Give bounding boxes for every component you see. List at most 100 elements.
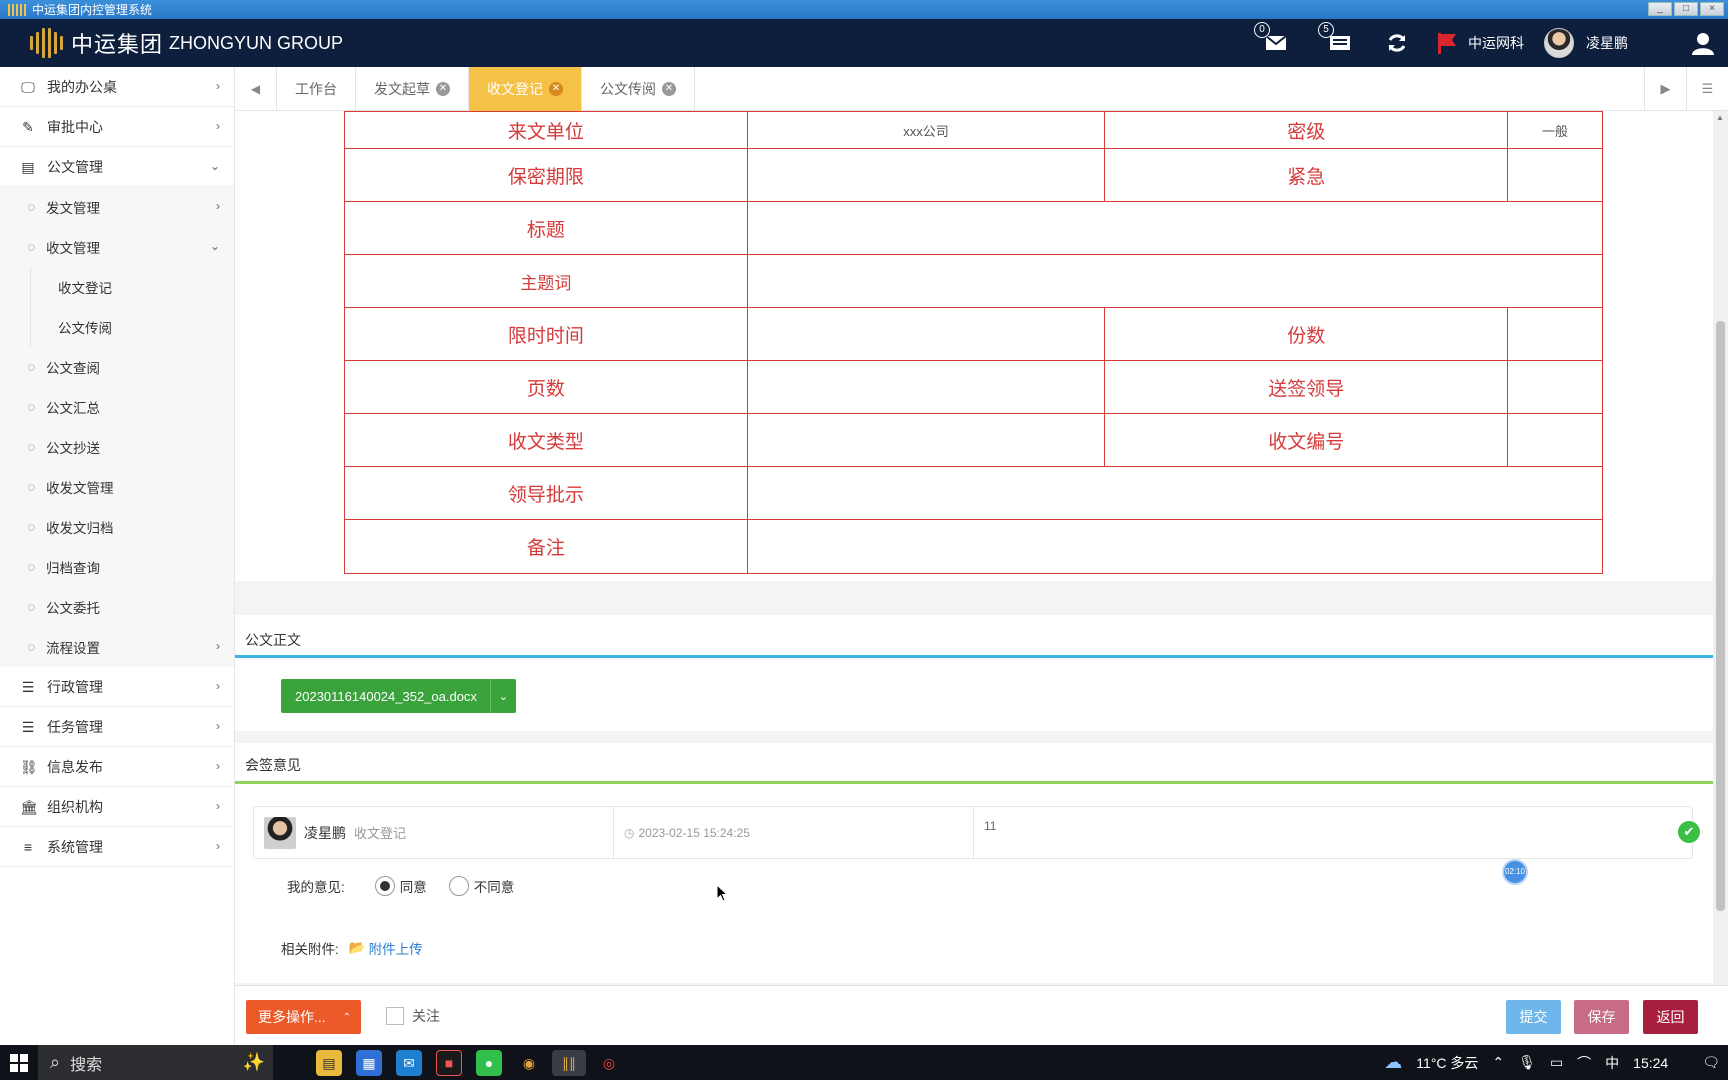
chevron-right-icon: › [216,199,220,213]
refresh-button[interactable] [1382,28,1412,58]
profile-button[interactable] [1688,28,1718,58]
sidebar-item-tasks[interactable]: ☰ 任务管理 › [0,707,234,747]
field-baomi-qixian[interactable] [746,148,1106,202]
field-miji[interactable]: 一般 [1507,111,1603,149]
zhongyun-app-icon[interactable]: ∥∥ [552,1050,586,1076]
sidebar-subsubitem-circulate[interactable]: 公文传阅 [0,307,234,347]
field-xianshi-time[interactable] [746,307,1106,361]
mail-button[interactable]: 0 [1254,22,1294,58]
field-fenshu[interactable] [1507,307,1603,361]
sidebar-item-publish[interactable]: ⛓ 信息发布 › [0,747,234,787]
opinion-section-title: 会签意见 [235,749,1713,781]
battery-icon[interactable]: ▭ [1550,1054,1563,1071]
chevron-down-icon[interactable]: ⌄ [490,679,516,713]
sidebar-item-org[interactable]: 🏛 组织机构 › [0,787,234,827]
doc-file-button[interactable]: 20230116140024_352_oa.docx ⌄ [281,679,516,713]
form-card: 来文单位 xxx公司 密级 一般 保密期限 紧急 标题 主题词 限时时间 份数 … [235,111,1713,581]
mail-app-icon[interactable]: ✉ [396,1050,422,1076]
tab-scroll-right-button[interactable]: ▶ [1644,67,1686,111]
wechat-icon[interactable]: ● [476,1050,502,1076]
save-button[interactable]: 保存 [1574,1000,1629,1034]
tab-draft-send[interactable]: 发文起草 ✕ [356,67,469,111]
sidebar-item-label: 信息发布 [47,758,103,775]
field-shouwen-no[interactable] [1507,413,1603,467]
wifi-icon[interactable]: ⌒ [1577,1053,1591,1073]
weather-text[interactable]: 11°C 多云 [1416,1053,1478,1073]
tab-circulate[interactable]: 公文传阅 ✕ [582,67,695,111]
tab-close-icon[interactable]: ✕ [549,82,563,96]
taskbar-search-label: 搜索 [70,1056,103,1074]
sidebar-subitem-delegate[interactable]: 公文委托 [0,587,234,627]
follow-option[interactable]: 关注 [386,1006,440,1026]
scrollbar-thumb[interactable] [1716,321,1725,911]
caret-right-icon: ▶ [1660,81,1671,96]
follow-checkbox[interactable] [386,1007,404,1025]
sidebar-subitem-archive-query[interactable]: 归档查询 [0,547,234,587]
label-xianshi-time: 限时时间 [344,307,748,361]
subitem-label: 公文抄送 [46,441,100,456]
tab-list-button[interactable]: ☰ [1686,67,1728,111]
tab-workbench[interactable]: 工作台 [277,67,356,111]
user-menu[interactable]: 凌星鹏 [1544,28,1628,58]
radio-disagree-label[interactable]: 不同意 [474,876,515,896]
microphone-icon[interactable]: 🎙 [1518,1054,1536,1071]
sidebar-item-approval[interactable]: ✎ 审批中心 › [0,107,234,147]
sidebar-item-system[interactable]: ≡ 系统管理 › [0,827,234,867]
content-scrollbar[interactable]: ▲ [1713,111,1728,985]
floating-timer-badge[interactable]: 02:10 [1502,859,1528,885]
opinion-content: 11 [984,819,997,833]
sidebar-item-admin[interactable]: ☰ 行政管理 › [0,667,234,707]
ide-icon[interactable]: ■ [436,1050,462,1076]
back-button[interactable]: 返回 [1643,1000,1698,1034]
field-beizhu[interactable] [746,519,1604,574]
radio-agree-label[interactable]: 同意 [400,876,427,896]
tab-receive-register[interactable]: 收文登记 ✕ [469,67,582,111]
windows-start-icon[interactable] [10,1054,28,1072]
field-shouwen-type[interactable] [746,413,1106,467]
tab-scroll-left-button[interactable]: ◀ [235,67,277,111]
file-explorer-icon[interactable]: ▤ [316,1050,342,1076]
chevron-right-icon: › [216,759,220,773]
field-laiwen-unit[interactable]: xxx公司 [746,111,1106,149]
org-switch[interactable]: 中运网科 [1436,28,1524,58]
tab-close-icon[interactable]: ✕ [436,82,450,96]
sidebar-subitem-query[interactable]: 公文查阅 [0,347,234,387]
field-biaoti[interactable] [746,201,1604,255]
pycharm-icon[interactable]: ◉ [516,1050,542,1076]
sidebar-subitem-send-receive-mgmt[interactable]: 收发文管理 [0,467,234,507]
maximize-button[interactable]: □ [1674,2,1698,16]
sidebar-subitem-send-mgmt[interactable]: 发文管理 › [0,187,234,227]
ime-indicator[interactable]: 中 [1605,1053,1619,1073]
radio-agree[interactable] [374,876,395,896]
sidebar-subsubitem-receive-register[interactable]: 收文登记 [0,267,234,307]
close-button[interactable]: × [1700,2,1724,16]
field-songqian-leader[interactable] [1507,360,1603,414]
minimize-button[interactable]: _ [1648,2,1672,16]
radio-disagree[interactable] [448,876,469,896]
field-zhutici[interactable] [746,254,1604,308]
field-jinji[interactable] [1507,148,1603,202]
submit-button[interactable]: 提交 [1506,1000,1561,1034]
field-yeshu[interactable] [746,360,1106,414]
sidebar-item-document-mgmt[interactable]: ▤ 公文管理 ⌄ [0,147,234,187]
notification-icon[interactable]: 🗨 [1702,1054,1720,1071]
tray-expand-icon[interactable]: ⌃ [1492,1054,1504,1071]
chrome-icon[interactable]: ◎ [596,1050,622,1076]
sidebar-subitem-cc[interactable]: 公文抄送 [0,427,234,467]
field-leader-pishi[interactable] [746,466,1604,520]
store-icon[interactable]: ▦ [356,1050,382,1076]
notice-button[interactable]: 5 [1318,22,1358,58]
sidebar-subitem-archive[interactable]: 收发文归档 [0,507,234,547]
more-operations-button[interactable]: 更多操作... ⌃ [246,1000,361,1034]
attachment-upload-link[interactable]: 附件上传 [369,938,423,958]
sidebar-subitem-summary[interactable]: 公文汇总 [0,387,234,427]
brand-name-en: ZHONGYUN GROUP [169,32,344,53]
taskbar-search[interactable]: ⌕ 搜索 ✨ [38,1045,273,1080]
scroll-up-icon[interactable]: ▲ [1716,113,1724,122]
sidebar-subitem-workflow[interactable]: 流程设置 › [0,627,234,667]
tab-close-icon[interactable]: ✕ [662,82,676,96]
sidebar-item-my-desk[interactable]: 🖵 我的办公桌 › [0,67,234,107]
sidebar-subitem-receive-mgmt[interactable]: 收文管理 ⌄ [0,227,234,267]
chevron-right-icon: › [216,679,220,693]
clock-time[interactable]: 15:24 [1633,1055,1668,1071]
